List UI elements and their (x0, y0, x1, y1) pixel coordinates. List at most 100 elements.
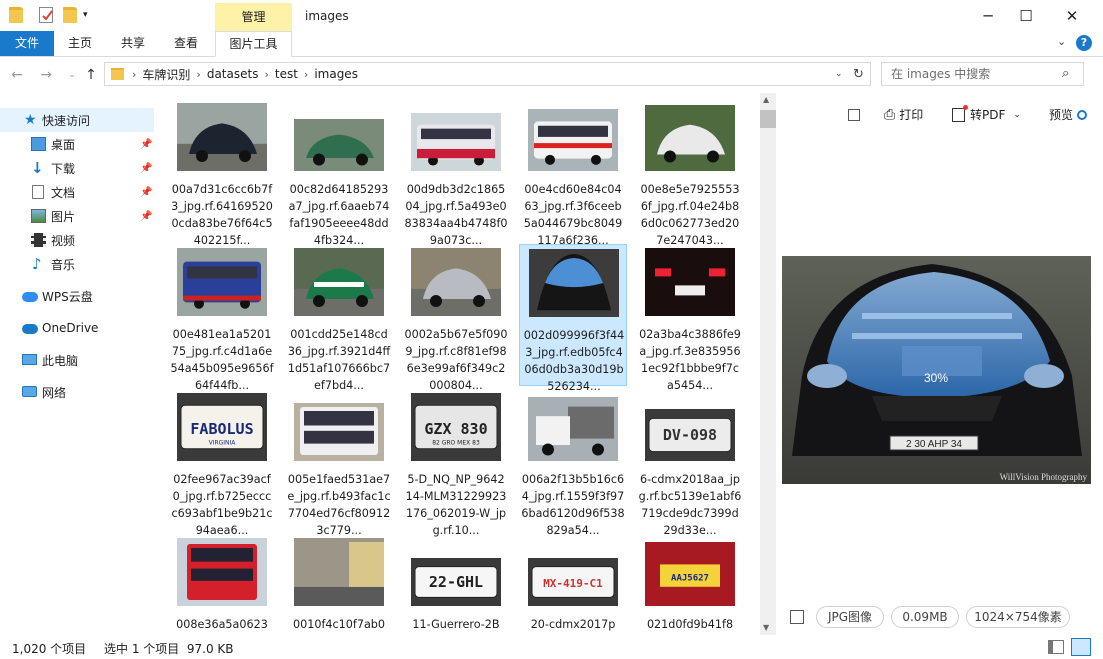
file-item[interactable]: GZX 830 82 GRO MEX 83 5-D_NQ_NP_964214-MLM… (402, 389, 510, 537)
file-item[interactable]: 00a7d31c6cc6b7f3_jpg.rf.641695200cda83be… (168, 99, 276, 247)
star-icon: ★ (24, 112, 37, 128)
breadcrumb-item[interactable]: test (275, 67, 298, 81)
new-folder-icon[interactable] (63, 7, 77, 23)
breadcrumb-item[interactable]: images (314, 67, 358, 81)
scroll-down-icon[interactable]: ▼ (763, 623, 769, 632)
tab-picture-tools[interactable]: 图片工具 (215, 31, 292, 57)
file-name: 20-cdmx2017p (530, 618, 616, 631)
file-item[interactable]: FABOLUS VIRGINIA 02fee967ac39acf0_jpg.rf.b… (168, 389, 276, 537)
ribbon-expand-icon[interactable]: ⌄ (1057, 35, 1066, 48)
file-grid: 00a7d31c6cc6b7f3_jpg.rf.641695200cda83be… (160, 93, 760, 633)
file-thumbnail (177, 248, 267, 316)
sidebar-item-wps-cloud[interactable]: WPS云盘 (0, 284, 154, 308)
folder-icon (9, 7, 23, 23)
back-arrow-icon[interactable]: ← (8, 66, 26, 84)
large-icons-view-icon[interactable] (1071, 638, 1091, 656)
file-item[interactable]: AAJ5627 021d0fd9b41f8 (636, 534, 744, 633)
sidebar-item-network[interactable]: 网络 (0, 380, 154, 404)
chevron-right-icon: › (196, 67, 201, 81)
file-thumbnail: FABOLUS VIRGINIA (177, 393, 267, 461)
forward-arrow-icon[interactable]: → (37, 66, 55, 84)
document-icon (32, 185, 44, 199)
file-name: 02a3ba4c3886fe9a_jpg.rf.3e8359561ec92f1b… (639, 328, 741, 392)
pin-icon[interactable]: 📌 (140, 211, 152, 222)
file-item[interactable]: 008e36a5a0623 (168, 534, 276, 633)
customize-quick-access-icon[interactable]: ▾ (83, 10, 97, 26)
file-thumbnail (294, 119, 384, 171)
file-item[interactable]: 006a2f13b5b16c64_jpg.rf.1559f3f976bad612… (519, 389, 627, 537)
convert-pdf-button[interactable]: 转PDF ⌄ (952, 104, 1021, 123)
print-button[interactable]: ⎙ 打印 (884, 106, 923, 123)
sidebar-item-music[interactable]: ♪ 音乐 (0, 252, 154, 276)
search-icon[interactable]: ⌕ (1062, 66, 1069, 81)
breadcrumb-item[interactable]: 车牌识别 (142, 66, 190, 83)
pin-icon[interactable]: 📌 (140, 187, 152, 198)
sidebar-item-documents[interactable]: 文档 📌 (0, 180, 154, 204)
close-button[interactable]: ✕ (1049, 0, 1095, 31)
file-item[interactable]: 005e1faed531ae7e_jpg.rf.b493fac1c7704ed7… (285, 389, 393, 537)
tab-view[interactable]: 查看 (168, 31, 204, 56)
file-thumbnail (411, 248, 501, 316)
file-item[interactable]: 22-GHL 11-Guerrero-2B (402, 534, 510, 633)
tab-share[interactable]: 共享 (115, 31, 151, 56)
maximize-button[interactable]: ☐ (1003, 0, 1049, 31)
file-item[interactable]: DV-098 6-cdmx2018aa_jpg.rf.bc5139e1abf671… (636, 389, 744, 537)
svg-text:FABOLUS: FABOLUS (190, 420, 253, 438)
file-thumbnail (294, 403, 384, 461)
search-input[interactable]: 在 images 中搜索 (881, 62, 1084, 86)
file-item[interactable]: 001cdd25e148cd36_jpg.rf.3921d4ff1d51af10… (285, 244, 393, 392)
breadcrumb-item[interactable]: datasets (207, 67, 259, 81)
file-item[interactable]: 00d9db3d2c186504_jpg.rf.5a493e083834aa4b… (402, 99, 510, 247)
file-item[interactable]: 00e4cd60e84c0463_jpg.rf.3f6ceeb5a044679b… (519, 99, 627, 247)
window-title: images (305, 9, 349, 23)
file-item[interactable]: 00e481ea1a520175_jpg.rf.c4d1a6e54a45b095… (168, 244, 276, 392)
address-dropdown-icon[interactable]: ⌄ (835, 69, 843, 79)
sidebar-item-videos[interactable]: 视频 (0, 228, 154, 252)
file-name: 005e1faed531ae7e_jpg.rf.b493fac1c7704ed7… (287, 473, 391, 537)
sidebar-item-downloads[interactable]: ↓ 下载 📌 (0, 156, 154, 180)
file-item[interactable]: 00e8e5e79255536f_jpg.rf.04e24b86d0c06277… (636, 99, 744, 247)
file-name: 6-cdmx2018aa_jpg.rf.bc5139e1abf6719cde9d… (638, 473, 742, 537)
file-thumbnail: GZX 830 82 GRO MEX 83 (411, 393, 501, 461)
sidebar-item-this-pc[interactable]: 此电脑 (0, 348, 154, 372)
chevron-right-icon: › (264, 67, 269, 81)
help-icon[interactable]: ? (1076, 35, 1092, 51)
pin-icon[interactable]: 📌 (140, 139, 152, 150)
file-item[interactable]: MX-419-C1 20-cdmx2017p (519, 534, 627, 633)
vertical-scrollbar[interactable] (760, 93, 776, 635)
file-item[interactable]: 0002a5b67e5f0909_jpg.rf.c8f81ef986e3e99a… (402, 244, 510, 392)
sidebar-item-onedrive[interactable]: OneDrive (0, 316, 154, 340)
details-pane-icon[interactable] (790, 610, 804, 624)
address-bar[interactable]: › 车牌识别 › datasets › test › images ⌄ ↻ (104, 62, 871, 86)
file-item[interactable]: 02a3ba4c3886fe9a_jpg.rf.3e8359561ec92f1b… (636, 244, 744, 392)
tab-file[interactable]: 文件 (0, 31, 54, 56)
file-item[interactable]: 002d099996f3f443_jpg.rf.edb05fc406d0db3a… (519, 244, 627, 393)
file-thumbnail: DV-098 (645, 409, 735, 461)
tab-home[interactable]: 主页 (62, 31, 98, 56)
file-item[interactable]: 00c82d64185293a7_jpg.rf.6aaeb74faf1905ee… (285, 99, 393, 247)
scroll-up-icon[interactable]: ▲ (763, 95, 769, 104)
context-tab-manage[interactable]: 管理 (215, 3, 292, 31)
refresh-icon[interactable]: ↻ (853, 67, 864, 82)
file-item[interactable]: 0010f4c10f7ab0 (285, 534, 393, 633)
sidebar-item-desktop[interactable]: 桌面 📌 (0, 132, 154, 156)
chevron-down-icon[interactable]: ⌄ (1013, 110, 1021, 120)
sidebar-item-quick-access[interactable]: ★ 快速访问 (0, 108, 154, 132)
desktop-icon (31, 137, 46, 151)
pin-icon[interactable]: 📌 (140, 163, 152, 174)
preview-button[interactable]: 预览 (1049, 106, 1088, 123)
scrollbar-thumb[interactable] (760, 110, 776, 128)
preview-panel-icon[interactable] (848, 109, 860, 121)
sidebar-item-pictures[interactable]: 图片 📌 (0, 204, 154, 228)
file-thumbnail (177, 538, 267, 606)
details-view-icon[interactable] (1048, 640, 1064, 654)
properties-icon[interactable] (39, 7, 53, 23)
up-arrow-icon[interactable]: ↑ (82, 66, 100, 84)
svg-text:VIRGINIA: VIRGINIA (209, 440, 237, 447)
onedrive-icon (22, 324, 38, 334)
file-name: 008e36a5a0623 (176, 618, 268, 631)
preview-image[interactable]: 2 30 AHP 34 30% WillVision Photography (782, 256, 1091, 484)
computer-icon (22, 354, 37, 365)
watermark: WillVision Photography (1000, 472, 1088, 482)
recent-locations-icon[interactable]: ⌄ (63, 66, 81, 84)
